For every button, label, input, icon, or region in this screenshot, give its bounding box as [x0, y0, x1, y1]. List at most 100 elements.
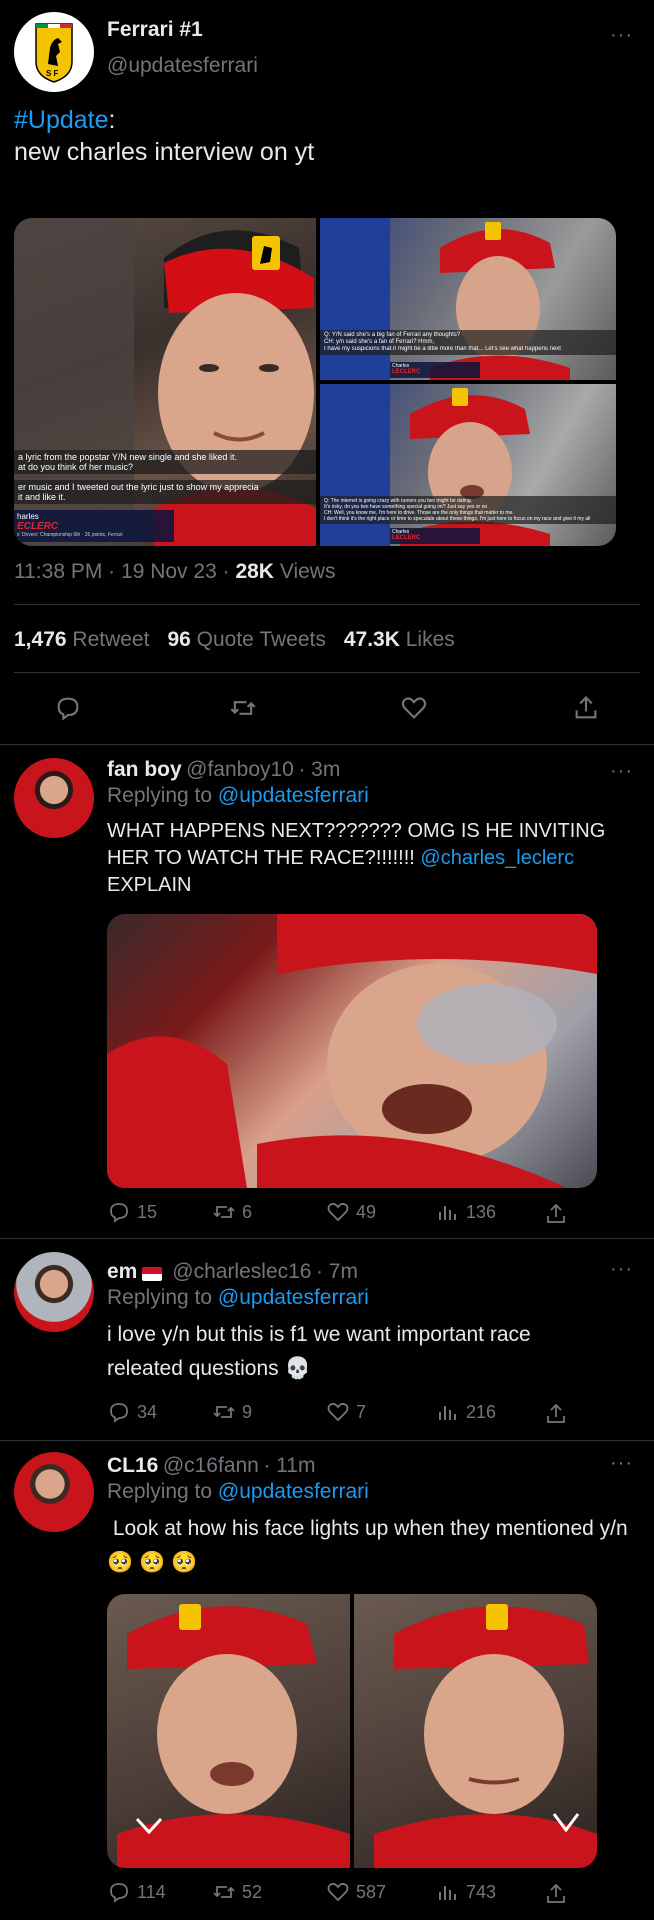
replying-to-link[interactable]: @updatesferrari — [218, 784, 369, 807]
caption-left-line3: er music and I tweeted out the lyric jus… — [18, 482, 259, 492]
retweet-icon[interactable] — [228, 694, 258, 722]
retweets-stat[interactable]: 1,476 Retweet — [14, 628, 149, 652]
heart-icon — [327, 1402, 349, 1422]
views-count: 28K — [235, 560, 274, 583]
hashtag-colon: : — [108, 106, 116, 134]
caption-bottom-right: Q: The internet is going crazy with rumo… — [320, 496, 616, 524]
caption-tr-answer2: I have my suspicions that it might be a … — [324, 346, 561, 352]
driver-portrait-image — [374, 1604, 597, 1868]
views-action[interactable]: 216 — [436, 1400, 496, 1424]
share-icon[interactable] — [544, 1402, 568, 1426]
tweet-time[interactable]: 11:38 PM — [14, 560, 102, 583]
reply-time[interactable]: · 11m — [263, 1454, 315, 1477]
reply-media-image[interactable] — [107, 914, 597, 1188]
like-count: 587 — [356, 1881, 387, 1902]
reply-text: WHAT HAPPENS NEXT??????? OMG IS HE INVIT… — [107, 818, 637, 899]
interview-image-left[interactable] — [107, 1594, 350, 1868]
replying-label: Replying to — [107, 1480, 213, 1503]
reply-icon[interactable] — [54, 694, 82, 722]
more-dots-icon[interactable]: ··· — [610, 760, 633, 783]
caption-br-answer2: I don't think it's the right place or ti… — [324, 516, 591, 522]
tweet-date[interactable]: 19 Nov 23 — [121, 560, 217, 583]
reply-header: CL16 @c16fann · 11m — [107, 1454, 315, 1478]
share-icon[interactable] — [544, 1202, 568, 1226]
retweet-icon — [213, 1206, 235, 1218]
display-name[interactable]: em — [107, 1260, 137, 1283]
avatar[interactable] — [14, 1252, 94, 1332]
interview-image-right[interactable] — [354, 1594, 597, 1868]
more-dots-icon[interactable]: ··· — [610, 24, 633, 47]
views-icon — [439, 1406, 456, 1420]
divider — [0, 1440, 654, 1441]
caption-left-line1: a lyric from the popstar Y/N new single … — [18, 452, 237, 462]
handle[interactable]: @updatesferrari — [107, 54, 258, 78]
interview-image-bottom-right[interactable]: Q: The internet is going crazy with rumo… — [320, 384, 616, 546]
quotes-label: Quote Tweets — [196, 628, 326, 651]
replying-to: Replying to @updatesferrari — [107, 1286, 369, 1310]
reply-body-end: EXPLAIN — [107, 874, 192, 896]
reply-action[interactable]: 34 — [107, 1400, 157, 1424]
heart-icon — [327, 1882, 349, 1902]
hashtag-link[interactable]: #Update — [14, 106, 109, 134]
retweet-count: 52 — [242, 1881, 263, 1902]
reply-time[interactable]: · 3m — [298, 758, 340, 781]
replying-to: Replying to @updatesferrari — [107, 1480, 369, 1504]
handle[interactable]: @fanboy10 — [186, 758, 294, 781]
share-icon[interactable] — [544, 1882, 568, 1906]
heart-icon[interactable] — [400, 694, 428, 722]
views-count: 136 — [466, 1201, 497, 1222]
like-count: 7 — [356, 1401, 367, 1422]
display-name[interactable]: fan boy — [107, 758, 182, 781]
interview-image-left[interactable]: a lyric from the popstar Y/N new single … — [14, 218, 316, 546]
reply-count: 15 — [137, 1201, 158, 1222]
reply-header: em @charleslec16 · 7m — [107, 1260, 358, 1284]
quotes-stat[interactable]: 96 Quote Tweets — [167, 628, 325, 652]
quotes-count: 96 — [167, 628, 191, 651]
reply-icon — [110, 1883, 128, 1903]
replying-to-link[interactable]: @updatesferrari — [218, 1286, 369, 1309]
monaco-flag-icon — [141, 1266, 162, 1281]
more-dots-icon[interactable]: ··· — [610, 1258, 633, 1281]
like-action[interactable]: 7 — [326, 1400, 366, 1424]
views-action[interactable]: 743 — [436, 1880, 496, 1904]
display-name[interactable]: CL16 — [107, 1454, 158, 1477]
like-count: 49 — [356, 1201, 377, 1222]
lower-third-surname: LECLERC — [392, 369, 421, 375]
media-grid[interactable]: a lyric from the popstar Y/N new single … — [14, 218, 616, 546]
reply-action[interactable]: 114 — [107, 1880, 166, 1904]
reply-count: 114 — [137, 1881, 166, 1902]
avatar[interactable] — [14, 758, 94, 838]
sep: · — [222, 560, 230, 583]
retweet-action[interactable]: 9 — [212, 1400, 252, 1424]
handle[interactable]: @charleslec16 — [172, 1260, 311, 1283]
divider — [14, 604, 640, 605]
reply-action[interactable]: 15 — [107, 1200, 157, 1224]
interview-image-top-right[interactable]: Q: Y/N said she's a big fan of Ferrari a… — [320, 218, 616, 380]
reply-header: fan boy @fanboy10 · 3m — [107, 758, 340, 782]
more-dots-icon[interactable]: ··· — [610, 1452, 633, 1475]
retweet-action[interactable]: 6 — [212, 1200, 252, 1224]
likes-stat[interactable]: 47.3K Likes — [344, 628, 455, 652]
mention-link[interactable]: @charles_leclerc — [420, 847, 574, 869]
driver-in-car-image — [107, 914, 597, 1188]
retweet-action[interactable]: 52 — [212, 1880, 262, 1904]
lower-third-surname: LECLERC — [392, 535, 421, 541]
lower-third-surname: ECLERC — [17, 521, 59, 532]
like-action[interactable]: 587 — [326, 1880, 386, 1904]
likes-count: 47.3K — [343, 628, 400, 651]
reply-text: Look at how his face lights up when they… — [107, 1517, 634, 1574]
reply-icon — [110, 1403, 128, 1423]
reply-media-grid[interactable] — [107, 1594, 597, 1868]
reply-time[interactable]: · 7m — [316, 1260, 358, 1283]
views-action[interactable]: 136 — [436, 1200, 496, 1224]
share-icon[interactable] — [572, 694, 600, 722]
like-action[interactable]: 49 — [326, 1200, 376, 1224]
handle[interactable]: @c16fann — [163, 1454, 259, 1477]
avatar[interactable] — [14, 1452, 94, 1532]
views-label: Views — [279, 560, 336, 583]
replying-to-link[interactable]: @updatesferrari — [218, 1480, 369, 1503]
ferrari-avatar[interactable]: S F — [14, 12, 94, 92]
sep: · — [108, 560, 116, 583]
display-name[interactable]: Ferrari #1 — [107, 18, 203, 42]
heart-icon — [327, 1202, 349, 1222]
